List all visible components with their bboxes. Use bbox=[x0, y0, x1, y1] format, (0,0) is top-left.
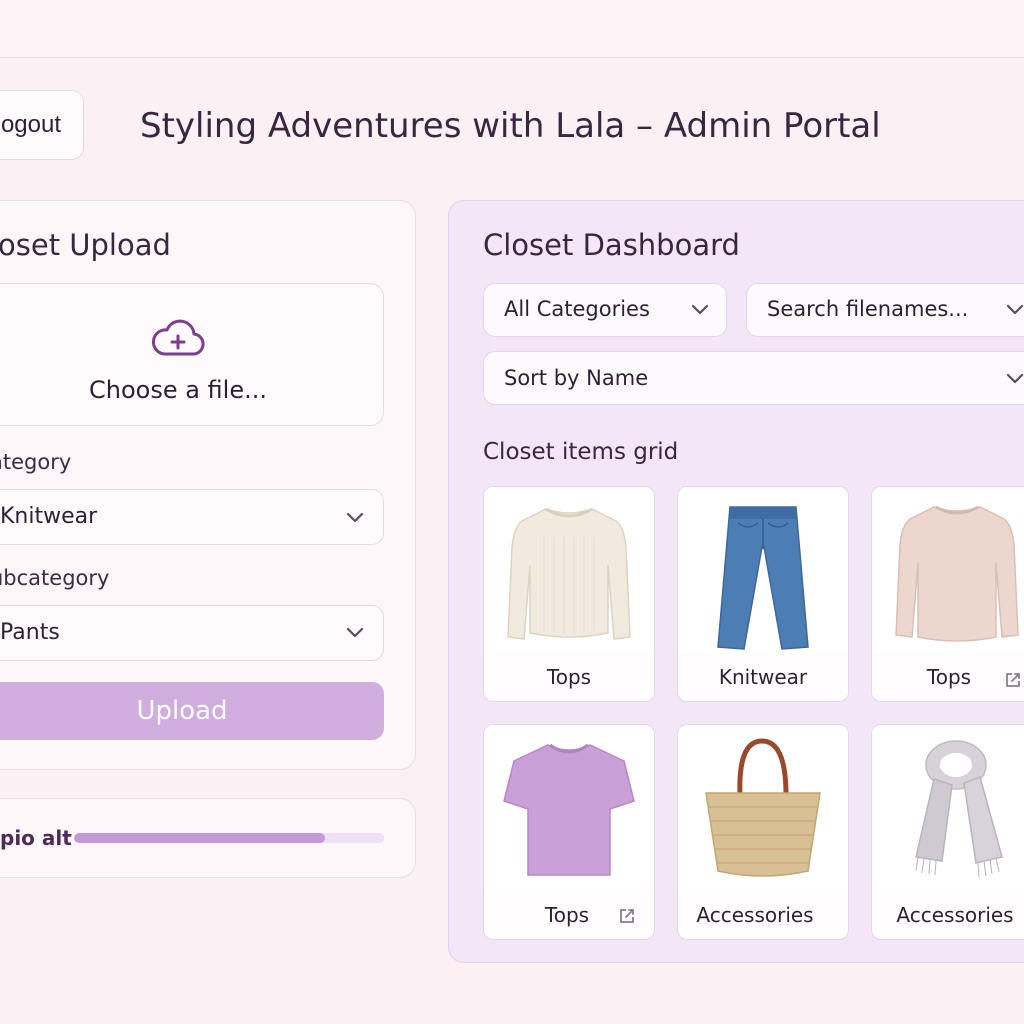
closet-item-card[interactable]: Tops bbox=[483, 486, 655, 702]
cloud-upload-icon bbox=[151, 319, 205, 356]
search-filenames-placeholder: Search filenames... bbox=[767, 297, 969, 321]
sort-select-value: Sort by Name bbox=[504, 366, 649, 390]
grid-heading: Closet items grid bbox=[483, 439, 679, 465]
upload-button[interactable]: Upload bbox=[0, 682, 384, 740]
upload-panel-title: oset Upload bbox=[0, 228, 171, 262]
progress-fill bbox=[74, 833, 326, 843]
pink-sweater-image bbox=[872, 487, 1024, 652]
category-label: ategory bbox=[0, 450, 72, 474]
chevron-down-icon bbox=[346, 627, 364, 638]
closet-item-card[interactable]: Knitwear bbox=[677, 486, 849, 702]
grey-scarf-image bbox=[872, 725, 1024, 890]
external-link-icon[interactable] bbox=[618, 907, 636, 925]
dashboard-title: Closet Dashboard bbox=[483, 228, 740, 262]
chevron-down-icon bbox=[1006, 373, 1024, 384]
closet-item-label: Tops bbox=[546, 665, 592, 689]
lilac-tshirt-image bbox=[484, 725, 654, 890]
category-filter-value: All Categories bbox=[504, 297, 650, 321]
closet-item-card[interactable]: Accessories bbox=[871, 724, 1024, 940]
closet-item-card[interactable]: Tops bbox=[483, 724, 655, 940]
closet-item-label: Knitwear bbox=[718, 665, 808, 689]
chevron-down-icon bbox=[1006, 304, 1024, 315]
blue-jeans-image bbox=[678, 487, 848, 652]
top-bar bbox=[0, 0, 1024, 58]
closet-item-card[interactable]: Accessories bbox=[677, 724, 849, 940]
upload-progress-bar bbox=[74, 833, 384, 843]
external-link-icon[interactable] bbox=[1004, 671, 1022, 689]
subcategory-label: ubcategory bbox=[0, 566, 110, 590]
subcategory-select-value: Pants bbox=[0, 620, 60, 645]
closet-item-label: Accessories bbox=[696, 903, 814, 927]
closet-item-label: Accessories bbox=[896, 903, 1014, 927]
chevron-down-icon bbox=[346, 512, 364, 523]
cream-sweater-image bbox=[484, 487, 654, 652]
dropzone-label: Choose a file... bbox=[88, 376, 267, 404]
straw-tote-image bbox=[678, 725, 848, 890]
progress-label: pio alt bbox=[0, 826, 72, 850]
page-title: Styling Adventures with Lala – Admin Por… bbox=[140, 106, 881, 146]
category-select-value: Knitwear bbox=[0, 504, 98, 529]
closet-item-card[interactable]: Tops bbox=[871, 486, 1024, 702]
logout-button[interactable]: ogout bbox=[0, 90, 84, 160]
chevron-down-icon bbox=[691, 304, 709, 315]
closet-item-label: Tops bbox=[926, 665, 972, 689]
